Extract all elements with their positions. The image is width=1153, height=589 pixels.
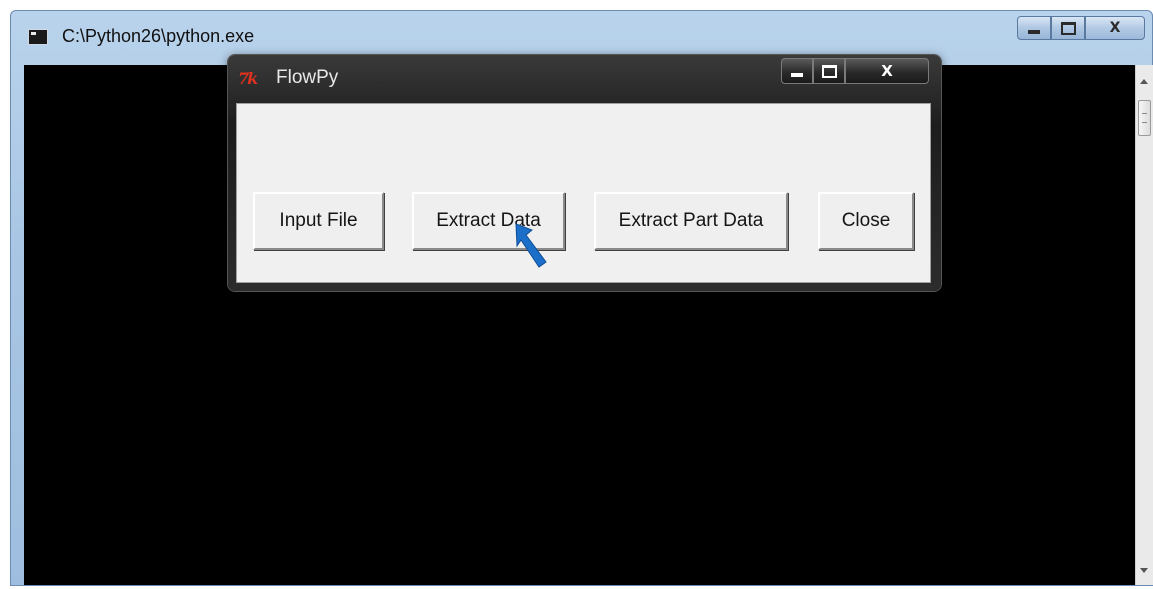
dialog-titlebar[interactable]: 7k FlowPy X xyxy=(228,55,941,101)
maximize-icon xyxy=(821,64,837,78)
input-file-button[interactable]: Input File xyxy=(253,192,384,250)
console-close-button[interactable]: X xyxy=(1085,16,1145,40)
dialog-window-controls: X xyxy=(781,58,929,84)
scroll-down-arrow-icon[interactable] xyxy=(1140,568,1148,573)
dialog-close-button[interactable]: X xyxy=(845,58,929,84)
extract-part-data-button[interactable]: Extract Part Data xyxy=(594,192,788,250)
close-icon: X xyxy=(1109,20,1121,36)
dialog-minimize-button[interactable] xyxy=(781,58,813,84)
console-maximize-button[interactable] xyxy=(1051,16,1085,40)
tk-feather-icon: 7k xyxy=(238,69,258,88)
dialog-content: Input File Extract Data Extract Part Dat… xyxy=(236,103,931,283)
dialog-maximize-button[interactable] xyxy=(813,58,845,84)
minimize-icon xyxy=(1028,30,1040,34)
extract-data-button[interactable]: Extract Data xyxy=(412,192,565,250)
console-window-controls: X xyxy=(1017,16,1145,46)
console-app-icon xyxy=(28,29,48,45)
dialog-title: FlowPy xyxy=(276,67,339,88)
console-vertical-scrollbar[interactable] xyxy=(1135,65,1153,585)
console-minimize-button[interactable] xyxy=(1017,16,1051,40)
console-window-title: C:\Python26\python.exe xyxy=(62,26,255,46)
close-icon: X xyxy=(881,62,893,80)
flowpy-dialog: 7k FlowPy X Input File Extract Data Extr… xyxy=(228,55,941,291)
close-button[interactable]: Close xyxy=(818,192,914,250)
scroll-up-arrow-icon[interactable] xyxy=(1140,79,1148,84)
minimize-icon xyxy=(791,73,803,77)
maximize-icon xyxy=(1060,21,1076,35)
scrollbar-thumb[interactable] xyxy=(1138,100,1151,136)
